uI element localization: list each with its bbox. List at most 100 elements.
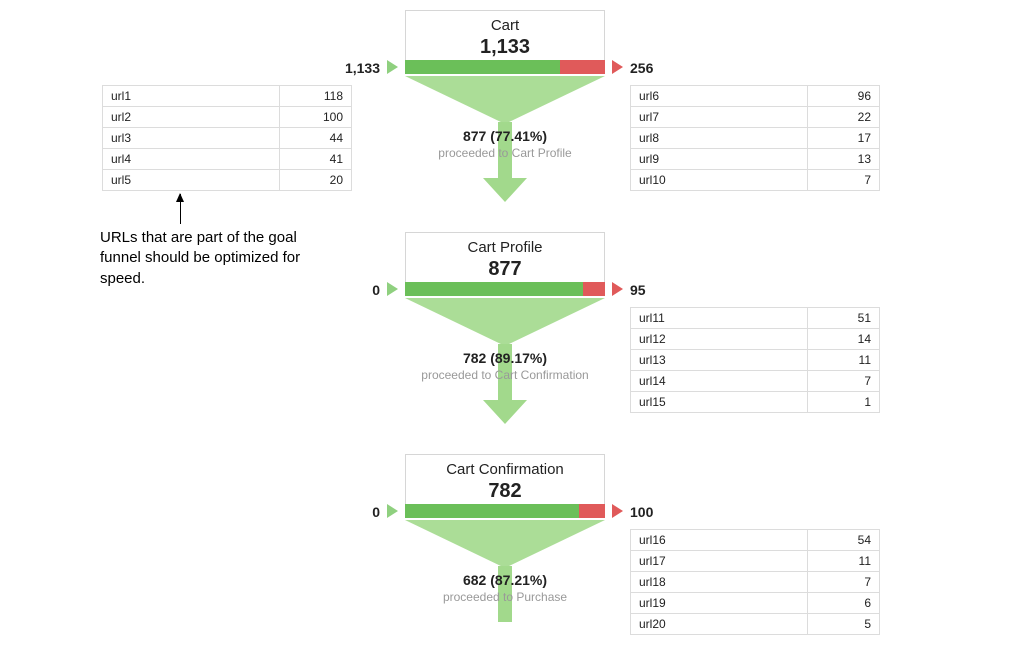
url-cell: url19 <box>631 593 808 614</box>
url-cell: url11 <box>631 308 808 329</box>
exit-count: 256 <box>630 60 653 76</box>
annotation-arrow-icon <box>180 194 181 224</box>
url-cell: url18 <box>631 572 808 593</box>
stage-count: 877 <box>406 258 604 281</box>
count-cell: 11 <box>808 350 880 371</box>
table-row[interactable]: url696 <box>631 86 880 107</box>
table-row[interactable]: url2100 <box>103 107 352 128</box>
count-cell: 14 <box>808 329 880 350</box>
table-row[interactable]: url520 <box>103 170 352 191</box>
url-cell: url3 <box>103 128 280 149</box>
table-row[interactable]: url1118 <box>103 86 352 107</box>
entry-count: 1,133 <box>320 60 380 76</box>
bar-green-segment <box>405 60 560 74</box>
count-cell: 100 <box>280 107 352 128</box>
table-row[interactable]: url1151 <box>631 308 880 329</box>
table-row[interactable]: url344 <box>103 128 352 149</box>
url-cell: url16 <box>631 530 808 551</box>
exit-count: 95 <box>630 282 646 298</box>
proceed-count: 877 (77.41%) <box>405 128 605 144</box>
count-cell: 17 <box>808 128 880 149</box>
bar-green-segment <box>405 282 583 296</box>
table-row[interactable]: url913 <box>631 149 880 170</box>
count-cell: 54 <box>808 530 880 551</box>
table-row[interactable]: url1711 <box>631 551 880 572</box>
annotation-text: URLs that are part of the goal funnel sh… <box>100 228 310 289</box>
proceed-block: 682 (87.21%) proceeded to Purchase <box>405 572 605 604</box>
count-cell: 41 <box>280 149 352 170</box>
stage-title: Cart Profile <box>406 239 604 256</box>
entry-url-table: url1118 url2100 url344 url441 url520 <box>102 85 352 191</box>
count-cell: 51 <box>808 308 880 329</box>
proceed-count: 682 (87.21%) <box>405 572 605 588</box>
url-cell: url4 <box>103 149 280 170</box>
table-row[interactable]: url196 <box>631 593 880 614</box>
proceed-block: 782 (89.17%) proceeded to Cart Confirmat… <box>405 350 605 382</box>
table-row[interactable]: url205 <box>631 614 880 635</box>
count-cell: 96 <box>808 86 880 107</box>
bar-red-segment <box>583 282 605 296</box>
exit-url-table: url1654 url1711 url187 url196 url205 <box>630 529 880 635</box>
table-row[interactable]: url1654 <box>631 530 880 551</box>
count-cell: 13 <box>808 149 880 170</box>
url-cell: url1 <box>103 86 280 107</box>
url-cell: url13 <box>631 350 808 371</box>
count-cell: 1 <box>808 392 880 413</box>
proceed-count: 782 (89.17%) <box>405 350 605 366</box>
table-row[interactable]: url107 <box>631 170 880 191</box>
url-cell: url15 <box>631 392 808 413</box>
proceed-label: proceeded to Cart Profile <box>405 146 605 160</box>
count-cell: 7 <box>808 170 880 191</box>
stage-progress-bar <box>405 60 605 74</box>
table-row[interactable]: url151 <box>631 392 880 413</box>
proceed-block: 877 (77.41%) proceeded to Cart Profile <box>405 128 605 160</box>
table-row[interactable]: url441 <box>103 149 352 170</box>
stage-title: Cart Confirmation <box>406 461 604 478</box>
exit-url-table: url696 url722 url817 url913 url107 <box>630 85 880 191</box>
table-row[interactable]: url1214 <box>631 329 880 350</box>
table-row[interactable]: url722 <box>631 107 880 128</box>
entry-count: 0 <box>320 504 380 520</box>
url-cell: url20 <box>631 614 808 635</box>
stage-progress-bar <box>405 282 605 296</box>
table-row[interactable]: url147 <box>631 371 880 392</box>
url-cell: url14 <box>631 371 808 392</box>
table-row[interactable]: url817 <box>631 128 880 149</box>
count-cell: 20 <box>280 170 352 191</box>
exit-arrow-icon <box>612 504 623 518</box>
proceed-label: proceeded to Purchase <box>405 590 605 604</box>
url-cell: url8 <box>631 128 808 149</box>
exit-arrow-icon <box>612 60 623 74</box>
url-cell: url9 <box>631 149 808 170</box>
stage-title: Cart <box>406 17 604 34</box>
stage-count: 1,133 <box>406 36 604 59</box>
stage-count: 782 <box>406 480 604 503</box>
exit-arrow-icon <box>612 282 623 296</box>
entry-arrow-icon <box>387 60 398 74</box>
exit-url-table: url1151 url1214 url1311 url147 url151 <box>630 307 880 413</box>
table-row[interactable]: url1311 <box>631 350 880 371</box>
proceed-label: proceeded to Cart Confirmation <box>405 368 605 382</box>
bar-green-segment <box>405 504 579 518</box>
exit-count: 100 <box>630 504 653 520</box>
url-cell: url17 <box>631 551 808 572</box>
url-cell: url6 <box>631 86 808 107</box>
url-cell: url12 <box>631 329 808 350</box>
table-row[interactable]: url187 <box>631 572 880 593</box>
url-cell: url10 <box>631 170 808 191</box>
entry-arrow-icon <box>387 282 398 296</box>
count-cell: 7 <box>808 572 880 593</box>
count-cell: 6 <box>808 593 880 614</box>
count-cell: 118 <box>280 86 352 107</box>
count-cell: 22 <box>808 107 880 128</box>
url-cell: url2 <box>103 107 280 128</box>
entry-arrow-icon <box>387 504 398 518</box>
count-cell: 7 <box>808 371 880 392</box>
count-cell: 44 <box>280 128 352 149</box>
entry-count: 0 <box>320 282 380 298</box>
count-cell: 5 <box>808 614 880 635</box>
url-cell: url5 <box>103 170 280 191</box>
url-cell: url7 <box>631 107 808 128</box>
bar-red-segment <box>579 504 605 518</box>
bar-red-segment <box>560 60 605 74</box>
